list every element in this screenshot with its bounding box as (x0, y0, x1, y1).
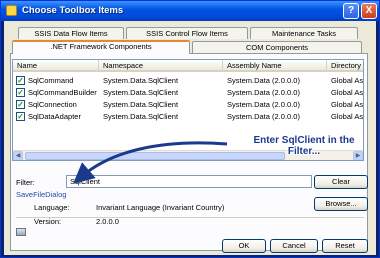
dialog-window: Choose Toolbox Items ? X SSIS Data Flow … (0, 0, 380, 258)
tab-net-framework-components[interactable]: .NET Framework Components (12, 40, 190, 54)
